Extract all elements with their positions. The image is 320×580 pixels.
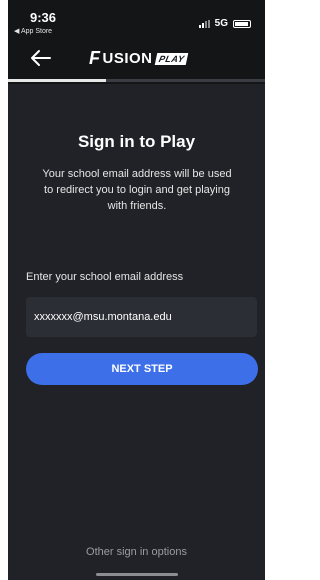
home-indicator[interactable] [96,573,178,576]
logo-mark: F [89,48,101,68]
logo-badge: PLAY [154,52,189,65]
other-sign-in-options-link[interactable]: Other sign in options [8,546,265,558]
page-description: Your school email address will be used t… [42,168,232,212]
header: 9:36 ◀ App Store 5G F USION PLAY [8,0,265,84]
back-to-app-link[interactable]: ◀ App Store [14,27,52,35]
fusion-play-logo: F USION PLAY [89,48,189,69]
logo-text: USION [102,50,153,67]
email-field[interactable] [26,297,257,337]
signal-icon [198,19,210,28]
status-time: 9:36 [30,10,57,25]
network-label: 5G [214,18,228,29]
app-screen: 9:36 ◀ App Store 5G F USION PLAY Sign in… [8,0,265,580]
step-progress-fill [8,79,106,82]
page-title: Sign in to Play [77,132,196,151]
back-button[interactable] [30,48,52,68]
next-step-button[interactable]: NEXT STEP [26,353,258,385]
step-progress-bar [8,79,265,82]
battery-icon [233,19,251,28]
status-indicators: 5G [198,18,251,29]
arrow-left-icon [31,50,51,66]
email-field-label: Enter your school email address [26,271,184,283]
